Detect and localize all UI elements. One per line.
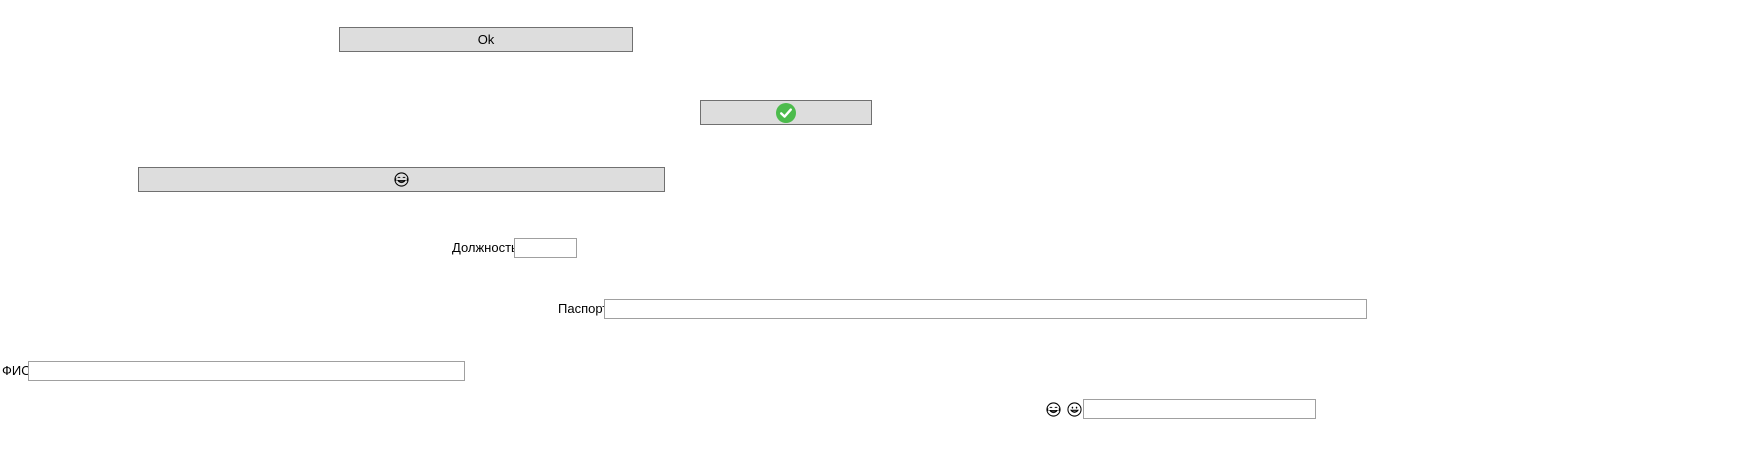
emoji-input[interactable] (1083, 399, 1316, 419)
confirm-button[interactable] (700, 100, 872, 125)
position-label: Должность (452, 240, 518, 255)
passport-label: Паспорт (558, 301, 609, 316)
position-input[interactable] (514, 238, 577, 258)
ok-button-label: Ok (477, 32, 495, 47)
green-checkmark-icon (776, 102, 796, 123)
fio-input[interactable] (28, 361, 465, 381)
ok-button[interactable]: Ok (339, 27, 633, 52)
passport-input[interactable] (604, 299, 1367, 319)
grinning-face-with-tears-icon (1046, 402, 1061, 417)
grinning-face-with-tears-icon (394, 172, 409, 187)
fio-label: ФИО (2, 363, 32, 378)
grinning-face-icon (1067, 402, 1082, 417)
emoji-button[interactable] (138, 167, 665, 192)
